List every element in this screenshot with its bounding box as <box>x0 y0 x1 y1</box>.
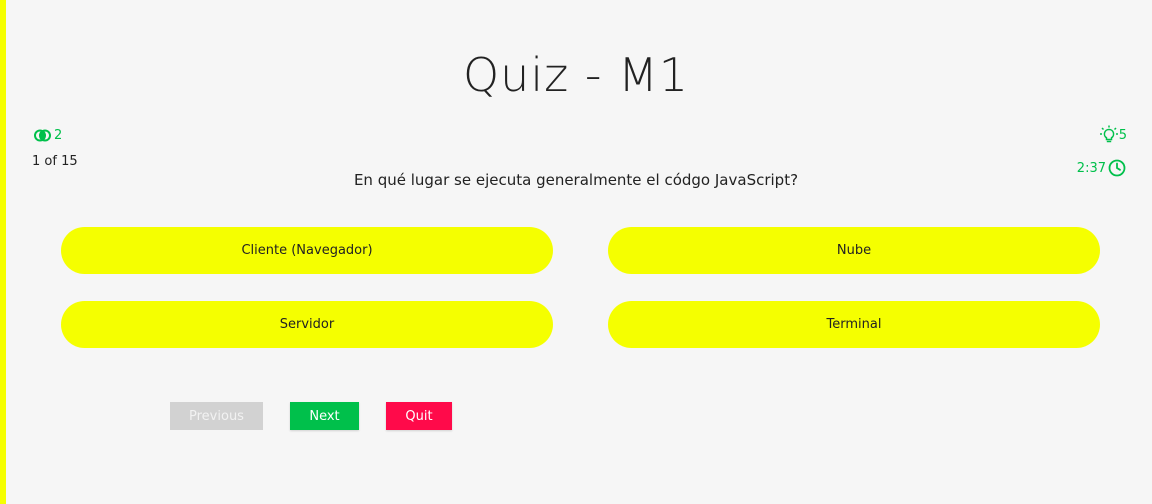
hints-count: 5 <box>1118 127 1127 143</box>
answer-option[interactable]: Terminal <box>608 301 1100 348</box>
answer-option[interactable]: Servidor <box>61 301 553 348</box>
quiz-page: Quiz - M1 2 1 of 15 5 2:37 En qué lugar … <box>0 0 1152 504</box>
answer-option[interactable]: Cliente (Navegador) <box>61 227 553 274</box>
page-title: Quiz - M1 <box>462 48 690 102</box>
answer-option[interactable]: Nube <box>608 227 1100 274</box>
next-button[interactable]: Next <box>290 402 359 430</box>
question-progress: 1 of 15 <box>32 154 78 169</box>
lifelines-indicator[interactable]: 2 <box>34 128 62 143</box>
previous-button[interactable]: Previous <box>170 402 263 430</box>
lightbulb-icon <box>1099 125 1118 145</box>
lifelines-count: 2 <box>54 128 63 143</box>
quit-button[interactable]: Quit <box>386 402 452 430</box>
fifty-fifty-icon <box>34 129 51 142</box>
hints-indicator[interactable]: 5 <box>1099 125 1127 145</box>
question-text: En qué lugar se ejecuta generalmente el … <box>353 171 799 189</box>
